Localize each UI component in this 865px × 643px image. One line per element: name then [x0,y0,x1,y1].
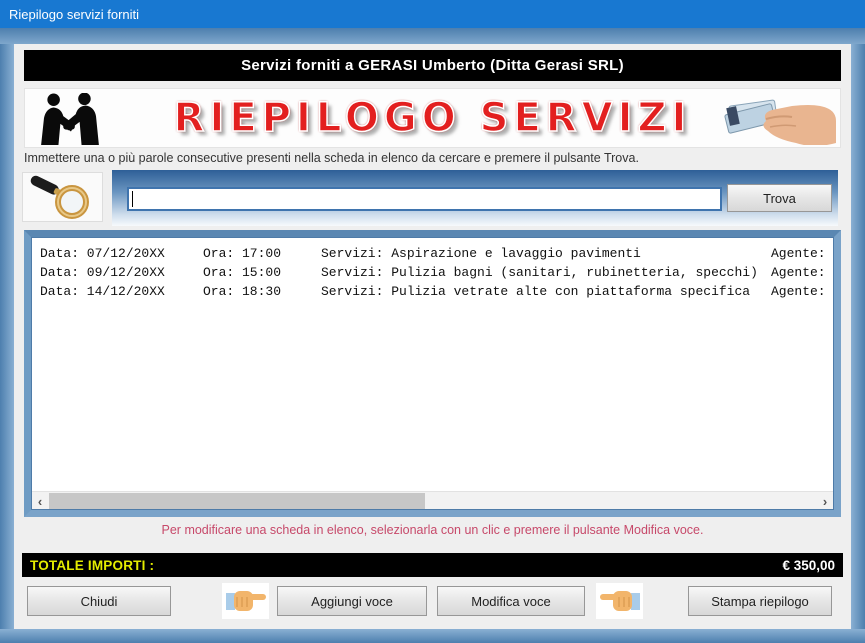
total-bar: TOTALE IMPORTI : € 350,00 [22,553,843,577]
title-bar[interactable]: Riepilogo servizi forniti [0,0,865,28]
window-border-left [0,44,14,629]
total-label: TOTALE IMPORTI : [30,558,154,573]
customer-header-text: Servizi forniti a GERASI Umberto (Ditta … [241,57,624,74]
scroll-right-arrow-icon[interactable]: › [817,492,833,509]
money-hand-icon [700,93,836,150]
find-button[interactable]: Trova [727,184,832,212]
window-title: Riepilogo servizi forniti [9,7,139,22]
row-data: Data: 14/12/20XX [40,284,203,299]
list-item[interactable]: Data: 09/12/20XXOra: 15:00Servizi: Puliz… [32,263,833,282]
horizontal-scrollbar[interactable]: ‹ › [32,491,833,509]
list-item[interactable]: Data: 14/12/20XXOra: 18:30Servizi: Puliz… [32,282,833,301]
row-ora: Ora: 17:00 [203,246,321,261]
pointing-hand-left-icon [596,583,643,619]
edit-hint-note: Per modificare una scheda in elenco, sel… [24,523,841,537]
row-servizi: Servizi: Pulizia bagni (sanitari, rubine… [321,265,771,280]
service-rows: Data: 07/12/20XXOra: 17:00Servizi: Aspir… [32,244,833,301]
search-input[interactable] [127,187,722,211]
list-item[interactable]: Data: 07/12/20XXOra: 17:00Servizi: Aspir… [32,244,833,263]
add-entry-button[interactable]: Aggiungi voce [277,586,427,616]
text-caret [132,191,133,207]
search-instruction: Immettere una o più parole consecutive p… [24,151,841,165]
row-servizi: Servizi: Pulizia vetrate alte con piatta… [321,284,771,299]
window-border-bottom [0,629,865,643]
row-data: Data: 07/12/20XX [40,246,203,261]
magnifying-glass-icon [28,175,98,219]
scrollbar-thumb[interactable] [49,493,425,509]
search-panel: Trova [112,170,838,226]
row-ora: Ora: 15:00 [203,265,321,280]
banner: RIEPILOGO SERVIZI [24,88,841,148]
service-list-frame: Data: 07/12/20XXOra: 17:00Servizi: Aspir… [24,230,841,517]
print-summary-button[interactable]: Stampa riepilogo [688,586,832,616]
magnifier-image [22,172,103,222]
row-data: Data: 09/12/20XX [40,265,203,280]
row-ora: Ora: 18:30 [203,284,321,299]
service-list[interactable]: Data: 07/12/20XXOra: 17:00Servizi: Aspir… [32,238,833,509]
scroll-left-arrow-icon[interactable]: ‹ [32,492,48,509]
pointing-hand-right-icon [222,583,269,619]
customer-header: Servizi forniti a GERASI Umberto (Ditta … [24,50,841,81]
row-agente: Agente: SE [771,284,833,299]
edit-entry-button[interactable]: Modifica voce [437,586,585,616]
window-border-right [851,44,865,629]
row-servizi: Servizi: Aspirazione e lavaggio paviment… [321,246,771,261]
row-agente: Agente: SE [771,265,833,280]
app-window: Riepilogo servizi forniti Servizi fornit… [0,0,865,643]
close-button[interactable]: Chiudi [27,586,171,616]
row-agente: Agente: SE [771,246,833,261]
total-value: € 350,00 [782,558,835,573]
window-border-top [0,28,865,44]
